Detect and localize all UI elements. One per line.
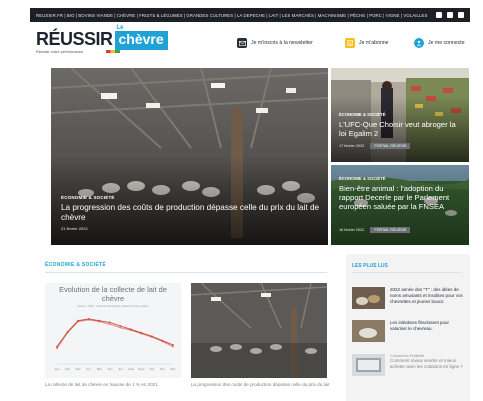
side-1-title[interactable]: L'UFC-Que Choisir veut abroger la loi Eg… [339, 120, 465, 138]
newspaper-icon [345, 38, 355, 48]
most-read-item-1[interactable]: 2022 année des "T" : des idées de noms a… [352, 287, 466, 309]
chart-point [140, 331, 143, 334]
side-1-date: 17 février 2022 [339, 144, 365, 148]
chart-x-tick-label: Août [128, 367, 134, 371]
side-2-meta: 16 février 2022 PORTAIL RÉUSSIR [339, 227, 411, 233]
chart-point [151, 335, 153, 338]
chart-point [108, 323, 111, 326]
side-1-kicker: ÉCONOMIE & SOCIÉTÉ [339, 112, 386, 117]
site-logo[interactable]: RÉUSSIR Le chèvre Réussir votre performa… [36, 25, 168, 54]
section-title[interactable]: ÉCONOMIE & SOCIÉTÉ [45, 262, 106, 268]
chart-point [161, 339, 164, 342]
card-2-caption[interactable]: La progression des coûts de production d… [191, 382, 331, 388]
chart-x-tick-label: Avr [86, 367, 90, 371]
chart-x-tick-label: Jan [55, 367, 60, 371]
side-2-kicker: ÉCONOMIE & SOCIÉTÉ [339, 176, 386, 181]
chart-point [119, 324, 122, 327]
chart-point [56, 347, 58, 350]
logo-chevre: chèvre [118, 31, 164, 47]
article-card-barn[interactable] [191, 283, 327, 378]
logo-chevre-box: Le chèvre [114, 25, 168, 50]
most-read-panel: LES PLUS LUS 2022 année des "T" : des id… [346, 254, 470, 401]
site-header: RÉUSSIR Le chèvre Réussir votre performa… [30, 24, 470, 64]
side-2-tag[interactable]: PORTAIL RÉUSSIR [370, 227, 411, 233]
newsletter-label: Je m'inscris à la newsletter [251, 40, 313, 46]
barn-photo [191, 283, 327, 378]
article-card-chart[interactable]: Evolution de la collecte de lait de chèv… [45, 283, 181, 378]
side-1-tag[interactable]: PORTAIL RÉUSSIR [370, 143, 411, 149]
chart-point [66, 331, 69, 333]
hero-main-title[interactable]: La progression des coûts de production d… [61, 203, 326, 223]
chart-point [87, 318, 90, 320]
chart-point [108, 321, 111, 324]
logo-stripe [106, 50, 120, 53]
chart-x-tick-label: Sept [138, 367, 144, 371]
site-links[interactable]: REUSSIR.FR | BIO | BOVINS VIANDE | CHÈVR… [36, 13, 436, 18]
social-links [436, 12, 464, 18]
side-2-date: 16 février 2022 [339, 228, 365, 232]
hero-side-article-1[interactable]: ÉCONOMIE & SOCIÉTÉ L'UFC-Que Choisir veu… [331, 68, 469, 162]
chart-x-tick-label: Mar [76, 367, 81, 371]
collecte-line-chart: Jan Fév Mar Avr Mai Juin Juil Août Sept Oct Nov Déc [55, 318, 176, 371]
instagram-icon[interactable] [458, 12, 464, 18]
most-read-divider [352, 272, 462, 273]
chart-point [172, 344, 174, 346]
twitter-icon[interactable] [447, 12, 453, 18]
newsletter-button[interactable]: Je m'inscris à la newsletter [237, 38, 313, 48]
most-read-item-2[interactable]: Les initiatives fleurissent pour valoris… [352, 320, 466, 342]
chart-point [77, 319, 79, 322]
goats-thumbnail [352, 287, 385, 309]
most-read-item-2-title: Les initiatives fleurissent pour valoris… [390, 320, 450, 331]
top-navigation-bar: REUSSIR.FR | BIO | BOVINS VIANDE | CHÈVR… [30, 8, 470, 22]
user-icon [414, 38, 424, 48]
hero-main-kicker: ÉCONOMIE & SOCIÉTÉ [61, 195, 115, 200]
chart-point [119, 326, 122, 329]
chart-series-line-2 [56, 318, 174, 347]
login-button[interactable]: Je me connecte [414, 38, 465, 48]
chart-x-tick-label: Fév [65, 367, 71, 371]
chart-title: Evolution de la collecte de lait de chèv… [59, 285, 167, 303]
most-read-item-1-title: 2022 année des "T" : des idées de noms a… [390, 287, 463, 304]
facebook-icon[interactable] [436, 12, 442, 18]
chart-x-tick-label: Juin [107, 367, 113, 371]
hero-main-date: 21 février 2022 [61, 226, 88, 231]
chart-x-tick-label: Oct [150, 367, 155, 371]
most-read-title: LES PLUS LUS [352, 263, 388, 269]
kid-goats-thumbnail [352, 320, 385, 342]
hero-side-article-2[interactable]: ÉCONOMIE & SOCIÉTÉ Bien-être animal : l'… [331, 165, 469, 245]
hero-main-article[interactable]: ÉCONOMIE & SOCIÉTÉ La progression des co… [51, 68, 328, 245]
logo-reussir: RÉUSSIR [36, 29, 113, 49]
login-label: Je me connecte [428, 40, 465, 46]
chart-point [129, 328, 132, 331]
section-divider [45, 272, 327, 273]
logo-tagline: Réussir votre performance [36, 49, 84, 54]
subscribe-label: Je m'abonne [359, 40, 389, 46]
most-read-item-3[interactable]: Commerce-Publicité Comment mieux vendre … [352, 354, 466, 376]
chart-point [56, 345, 58, 348]
card-1-caption[interactable]: La collecte de lait de chèvre en hausse … [45, 382, 185, 388]
chart-x-tick-label: Juil [118, 367, 123, 371]
chart-point [98, 319, 101, 322]
logo-le: Le [116, 25, 124, 31]
chart-point [172, 345, 174, 348]
most-read-item-3-title: Comment mieux vendre et mieux acheter av… [390, 358, 463, 369]
chart-x-tick-label: Nov [160, 367, 166, 371]
mail-icon [237, 38, 247, 48]
side-2-title[interactable]: Bien-être animal : l'adoption du rapport… [339, 184, 465, 211]
screen-thumbnail [352, 354, 385, 376]
chart-x-tick-label: Déc [170, 367, 176, 371]
chart-x-tick-label: Mai [97, 367, 102, 371]
subscribe-button[interactable]: Je m'abonne [345, 38, 389, 48]
side-1-meta: 17 février 2022 PORTAIL RÉUSSIR [339, 143, 411, 149]
